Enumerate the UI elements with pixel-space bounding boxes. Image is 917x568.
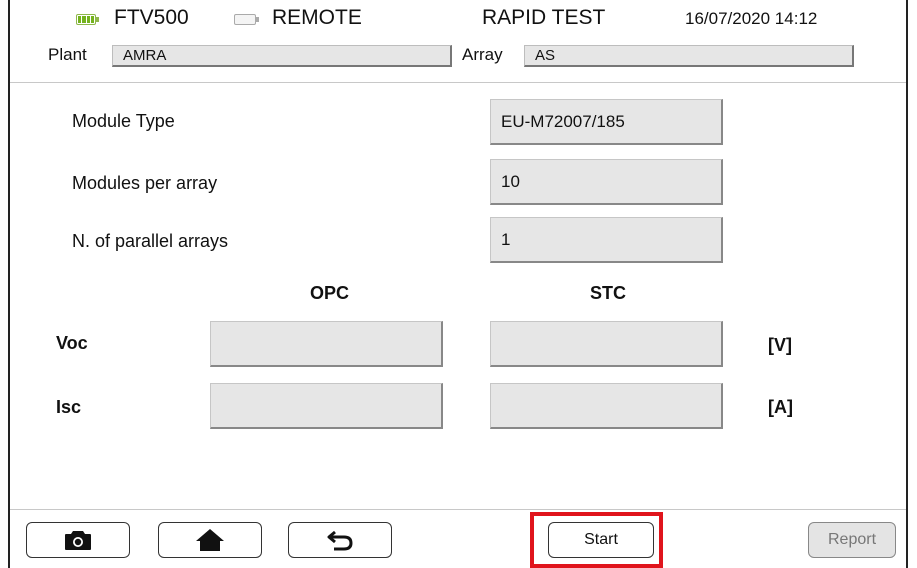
datetime: 16/07/2020 14:12 — [685, 9, 818, 28]
main-panel: Module Type EU-M72007/185 Modules per ar… — [10, 82, 906, 510]
module-type-label: Module Type — [72, 111, 175, 131]
isc-opc-field[interactable] — [210, 383, 443, 429]
back-arrow-icon — [327, 530, 353, 551]
voc-opc-field[interactable] — [210, 321, 443, 367]
isc-label: Isc — [56, 397, 82, 417]
battery-tip — [96, 17, 99, 22]
remote-unit-icon — [234, 14, 256, 25]
start-highlight-box — [530, 512, 663, 568]
battery-icon — [76, 14, 96, 25]
voc-stc-field[interactable] — [490, 321, 723, 367]
module-type-field[interactable]: EU-M72007/185 — [490, 99, 723, 145]
test-title: RAPID TEST — [482, 6, 606, 29]
header-bar: FTV500 REMOTE RAPID TEST 16/07/2020 14:1… — [10, 0, 906, 82]
camera-button[interactable] — [26, 522, 130, 558]
plant-field[interactable]: AMRA — [112, 45, 452, 67]
camera-icon — [65, 531, 91, 550]
parallel-arrays-label: N. of parallel arrays — [72, 231, 229, 251]
stc-column-header: STC — [590, 283, 626, 303]
isc-stc-field[interactable] — [490, 383, 723, 429]
array-label: Array — [462, 45, 503, 64]
opc-column-header: OPC — [310, 283, 350, 303]
back-button[interactable] — [288, 522, 392, 558]
array-field[interactable]: AS — [524, 45, 854, 67]
parallel-arrays-field[interactable]: 1 — [490, 217, 723, 263]
isc-unit: [A] — [768, 397, 793, 417]
voc-label: Voc — [56, 333, 88, 353]
voc-unit: [V] — [768, 335, 792, 355]
screen-frame: FTV500 REMOTE RAPID TEST 16/07/2020 14:1… — [8, 0, 908, 568]
report-button[interactable]: Report — [808, 522, 896, 558]
modules-per-array-label: Modules per array — [72, 173, 218, 193]
device-name: FTV500 — [114, 6, 189, 29]
modules-per-array-field[interactable]: 10 — [490, 159, 723, 205]
remote-unit-tip — [256, 17, 259, 22]
plant-label: Plant — [48, 45, 87, 64]
home-icon — [196, 529, 224, 551]
home-button[interactable] — [158, 522, 262, 558]
mode-label: REMOTE — [272, 6, 362, 29]
